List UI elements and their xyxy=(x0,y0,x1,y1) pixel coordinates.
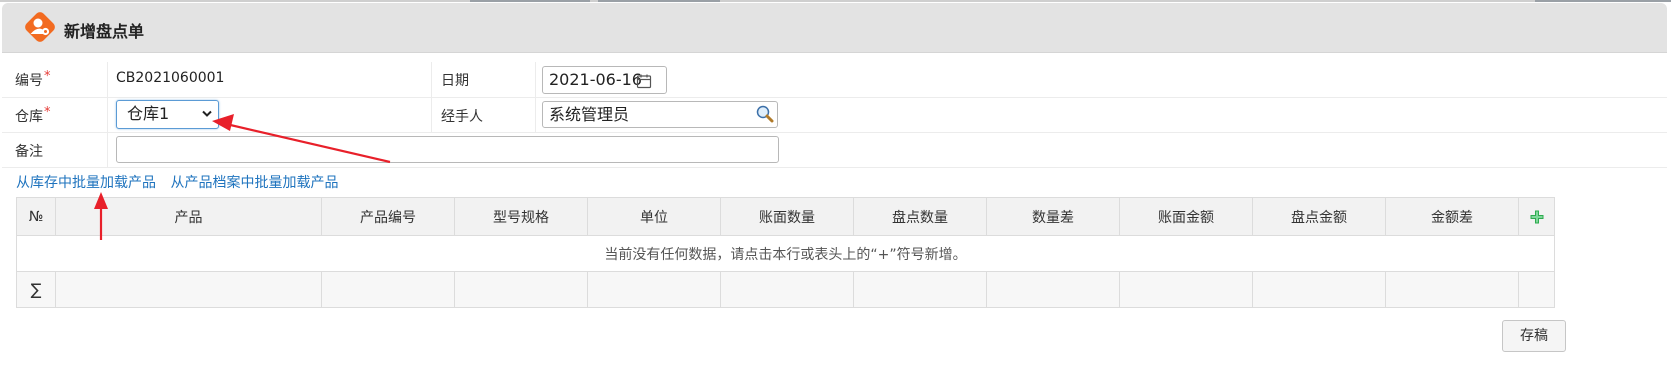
form-row-number-date: 编号* CB2021060001 日期 2021-06-16 xyxy=(2,62,1667,98)
remark-input[interactable] xyxy=(116,136,779,163)
column-header-product-code: 产品编号 xyxy=(321,197,455,236)
form-row-remark: 备注 xyxy=(2,132,1667,168)
column-header-index: № xyxy=(16,197,56,236)
warehouse-select[interactable]: 仓库1 xyxy=(116,100,219,129)
tab-indicator xyxy=(470,0,590,2)
date-label: 日期 xyxy=(441,73,469,89)
number-value: CB2021060001 xyxy=(116,70,225,86)
plus-icon[interactable] xyxy=(1530,210,1544,224)
batch-load-links: 从库存中批量加载产品 从产品档案中批量加载产品 xyxy=(16,172,348,192)
column-header-quantity-diff: 数量差 xyxy=(986,197,1120,236)
browser-tab-strip xyxy=(0,0,1671,2)
load-from-stock-link[interactable]: 从库存中批量加载产品 xyxy=(16,175,156,191)
calendar-icon[interactable] xyxy=(636,73,652,89)
column-header-unit: 单位 xyxy=(587,197,721,236)
column-header-model-spec: 型号规格 xyxy=(454,197,588,236)
column-header-amount-diff: 金额差 xyxy=(1385,197,1519,236)
date-input[interactable]: 2021-06-16 xyxy=(542,66,667,94)
form-row-warehouse-handler: 仓库* 仓库1 经手人 系统管理员 xyxy=(2,97,1667,133)
column-header-book-amount: 账面金额 xyxy=(1119,197,1253,236)
page-title: 新增盘点单 xyxy=(64,22,145,41)
empty-message[interactable]: 当前没有任何数据，请点击本行或表头上的“+”符号新增。 xyxy=(16,235,1555,272)
add-row-header[interactable] xyxy=(1518,197,1555,236)
handler-input[interactable]: 系统管理员 xyxy=(542,101,778,128)
column-header-book-quantity: 账面数量 xyxy=(720,197,854,236)
page-header: 新增盘点单 xyxy=(2,3,1667,53)
column-header-product: 产品 xyxy=(55,197,322,236)
empty-data-row[interactable]: 当前没有任何数据，请点击本行或表头上的“+”符号新增。 xyxy=(16,235,1555,272)
remark-label: 备注 xyxy=(15,144,43,160)
sum-symbol: ∑ xyxy=(16,271,56,308)
warehouse-label: 仓库* xyxy=(15,105,51,125)
search-icon[interactable] xyxy=(755,104,775,124)
table-header-row: № 产品 产品编号 型号规格 单位 账面数量 盘点数量 数量差 账面金额 盘点金… xyxy=(16,197,1555,236)
column-header-counted-quantity: 盘点数量 xyxy=(853,197,987,236)
number-label: 编号* xyxy=(15,69,51,89)
summary-row: ∑ xyxy=(16,271,1555,308)
column-header-counted-amount: 盘点金额 xyxy=(1252,197,1386,236)
tab-indicator xyxy=(598,0,720,2)
chevron-down-icon xyxy=(202,110,212,117)
save-draft-button[interactable]: 存稿 xyxy=(1502,320,1566,352)
load-from-catalog-link[interactable]: 从产品档案中批量加载产品 xyxy=(170,175,338,191)
inventory-table: № 产品 产品编号 型号规格 单位 账面数量 盘点数量 数量差 账面金额 盘点金… xyxy=(16,197,1555,308)
tab-indicator xyxy=(1535,0,1671,2)
handler-label: 经手人 xyxy=(441,109,483,125)
user-settings-icon xyxy=(25,12,55,42)
